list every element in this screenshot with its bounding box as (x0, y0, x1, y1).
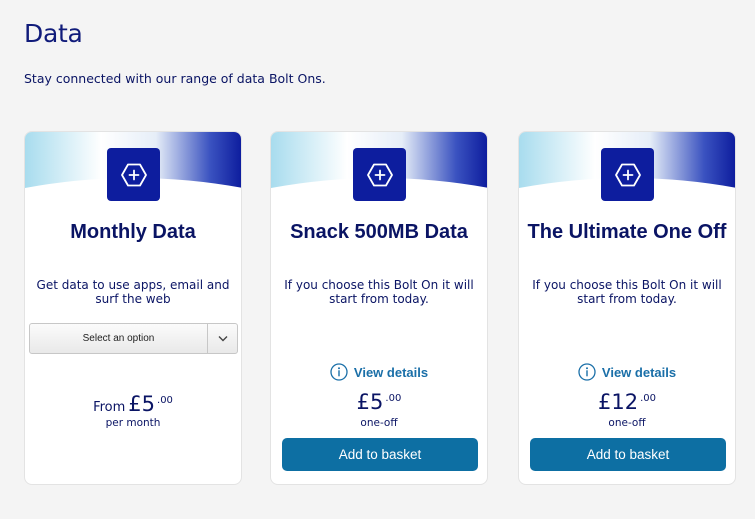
card-description: If you choose this Bolt On it will start… (532, 278, 722, 306)
info-circle-icon (330, 363, 348, 381)
add-to-basket-button[interactable]: Add to basket (530, 438, 726, 471)
price-period: per month (105, 417, 161, 429)
bolt-on-card-ultimate-one-off: The Ultimate One Off If you choose this … (518, 131, 736, 485)
price-period: one-off (608, 417, 646, 429)
add-to-basket-button[interactable]: Add to basket (282, 438, 478, 471)
bolt-on-card-monthly-data: Monthly Data Get data to use apps, email… (24, 131, 242, 485)
page-subtitle: Stay connected with our range of data Bo… (24, 71, 326, 86)
view-details-link[interactable]: View details (519, 363, 735, 381)
page-title: Data (24, 19, 83, 48)
price: £12.00 (519, 390, 735, 414)
card-title: Monthly Data (70, 221, 196, 243)
card-description: If you choose this Bolt On it will start… (284, 278, 474, 306)
card-title: Snack 500MB Data (290, 221, 468, 243)
price-major: £12 (598, 390, 639, 414)
hexagon-plus-icon (601, 148, 654, 201)
view-details-label[interactable]: View details (354, 365, 428, 380)
price-minor: .00 (157, 395, 173, 406)
info-circle-icon (578, 363, 596, 381)
price: From £5.00 (25, 392, 241, 416)
price-major: £5 (356, 390, 384, 414)
option-select[interactable]: Select an option (29, 323, 238, 354)
view-details-link[interactable]: View details (271, 363, 487, 381)
select-value: Select an option (82, 333, 155, 344)
price-minor: .00 (385, 393, 402, 404)
hexagon-plus-icon (107, 148, 160, 201)
price-minor: .00 (640, 393, 656, 404)
hexagon-plus-icon (353, 148, 406, 201)
price-major: £5 (128, 392, 156, 416)
price-period: one-off (360, 417, 398, 429)
price: £5.00 (271, 390, 487, 414)
price-prefix: From (93, 400, 126, 415)
card-description: Get data to use apps, email and surf the… (36, 278, 230, 306)
bolt-on-card-snack-500mb: Snack 500MB Data If you choose this Bolt… (270, 131, 488, 485)
view-details-label[interactable]: View details (602, 365, 676, 380)
card-title: The Ultimate One Off (527, 221, 727, 243)
chevron-down-icon[interactable] (207, 324, 237, 353)
